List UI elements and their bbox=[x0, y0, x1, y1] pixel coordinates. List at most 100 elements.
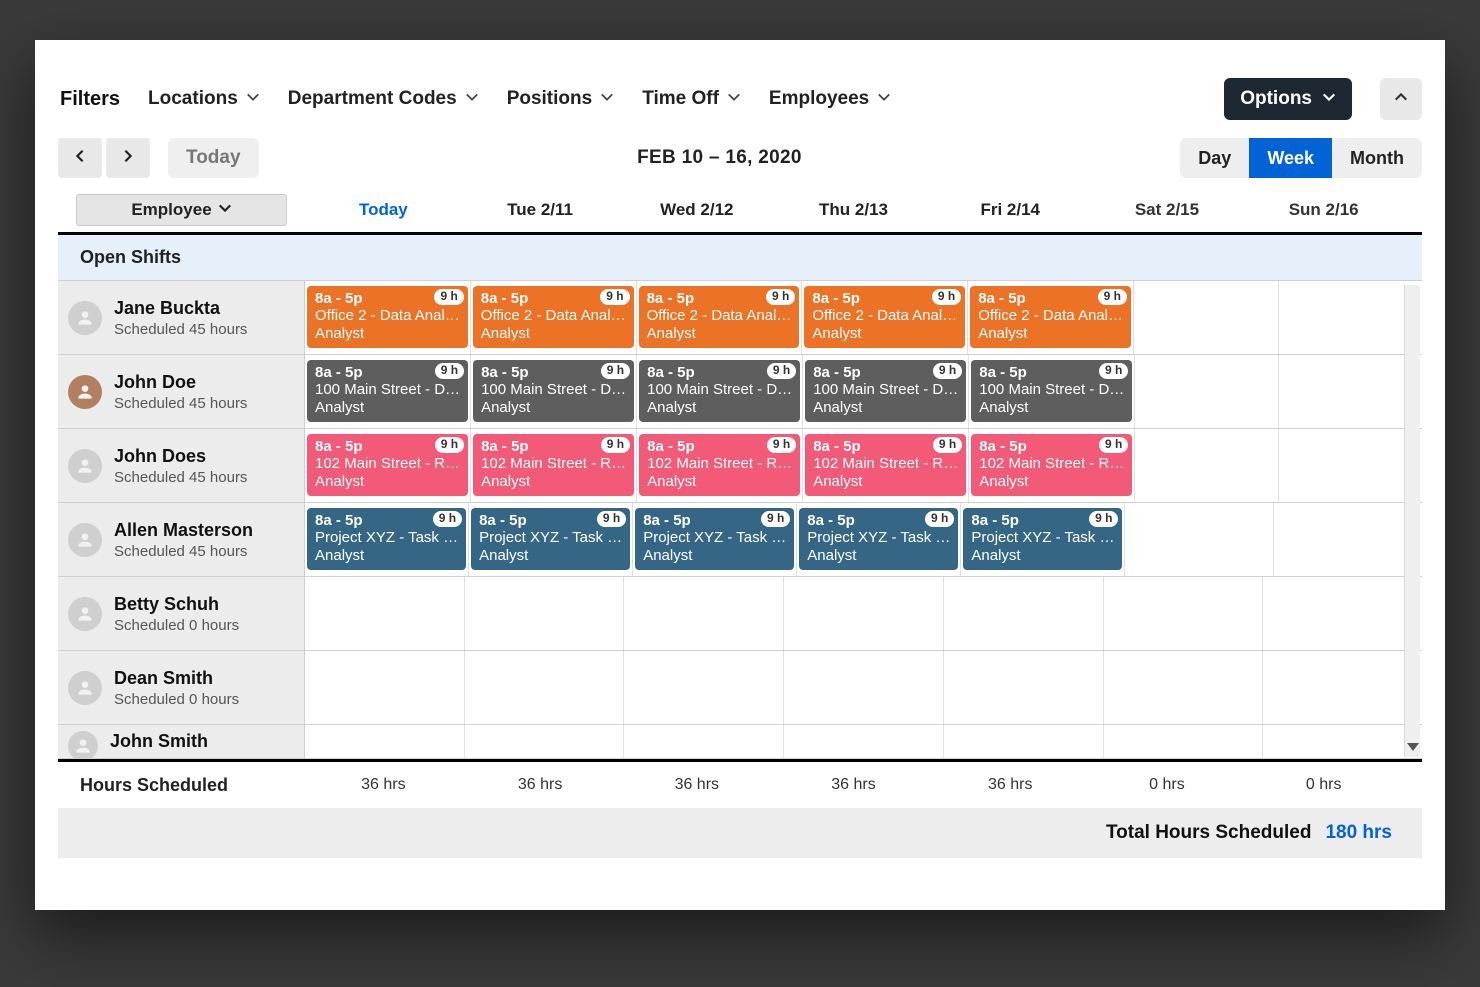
schedule-cell[interactable]: 8a - 5p102 Main Street - R…Analyst9 h bbox=[969, 429, 1135, 502]
shift-block[interactable]: 8a - 5pProject XYZ - Task …Analyst9 h bbox=[307, 508, 466, 570]
shift-block[interactable]: 8a - 5pOffice 2 - Data Anal…Analyst9 h bbox=[970, 286, 1131, 348]
schedule-cell[interactable] bbox=[1279, 429, 1422, 502]
shift-block[interactable]: 8a - 5p102 Main Street - R…Analyst9 h bbox=[639, 434, 800, 496]
schedule-cell[interactable] bbox=[1274, 503, 1422, 576]
day-header[interactable]: Wed 2/12 bbox=[618, 200, 775, 220]
schedule-cell[interactable] bbox=[1263, 577, 1422, 650]
schedule-cell[interactable] bbox=[1279, 281, 1423, 354]
shift-block[interactable]: 8a - 5pProject XYZ - Task …Analyst9 h bbox=[799, 508, 958, 570]
employee-row-header[interactable]: John DoeScheduled 45 hours bbox=[58, 355, 305, 428]
schedule-cell[interactable]: 8a - 5pProject XYZ - Task …Analyst9 h bbox=[633, 503, 797, 576]
day-header[interactable]: Sat 2/15 bbox=[1089, 200, 1246, 220]
shift-block[interactable]: 8a - 5pOffice 2 - Data Anal…Analyst9 h bbox=[804, 286, 965, 348]
schedule-cell[interactable]: 8a - 5pOffice 2 - Data Anal…Analyst9 h bbox=[305, 281, 471, 354]
shift-block[interactable]: 8a - 5p100 Main Street - D…Analyst9 h bbox=[473, 360, 634, 422]
schedule-cell[interactable] bbox=[944, 577, 1104, 650]
schedule-cell[interactable]: 8a - 5p102 Main Street - R…Analyst9 h bbox=[637, 429, 803, 502]
schedule-cell[interactable] bbox=[1135, 355, 1279, 428]
day-header[interactable]: Fri 2/14 bbox=[932, 200, 1089, 220]
shift-block[interactable]: 8a - 5p102 Main Street - R…Analyst9 h bbox=[473, 434, 634, 496]
schedule-cell[interactable] bbox=[1104, 577, 1264, 650]
filter-department-codes[interactable]: Department Codes bbox=[288, 88, 479, 110]
shift-block[interactable]: 8a - 5p100 Main Street - D…Analyst9 h bbox=[307, 360, 468, 422]
schedule-cell[interactable] bbox=[305, 725, 465, 758]
schedule-cell[interactable]: 8a - 5pProject XYZ - Task …Analyst9 h bbox=[961, 503, 1125, 576]
options-button[interactable]: Options bbox=[1224, 78, 1352, 120]
period-month[interactable]: Month bbox=[1332, 138, 1422, 178]
filter-locations[interactable]: Locations bbox=[148, 88, 260, 110]
schedule-cell[interactable] bbox=[1263, 725, 1422, 758]
employee-row-header[interactable]: Jane BucktaScheduled 45 hours bbox=[58, 281, 305, 354]
prev-button[interactable] bbox=[58, 138, 102, 178]
employee-row-header[interactable]: Betty SchuhScheduled 0 hours bbox=[58, 577, 305, 650]
schedule-cell[interactable]: 8a - 5p102 Main Street - R…Analyst9 h bbox=[471, 429, 637, 502]
schedule-cell[interactable] bbox=[944, 725, 1104, 758]
employee-row-header[interactable]: Dean SmithScheduled 0 hours bbox=[58, 651, 305, 724]
schedule-cell[interactable]: 8a - 5pOffice 2 - Data Anal…Analyst9 h bbox=[637, 281, 803, 354]
employee-row-header[interactable]: John Smith bbox=[58, 725, 305, 758]
schedule-cell[interactable] bbox=[1125, 503, 1274, 576]
shift-block[interactable]: 8a - 5p100 Main Street - D…Analyst9 h bbox=[805, 360, 966, 422]
employee-row-header[interactable]: John DoesScheduled 45 hours bbox=[58, 429, 305, 502]
schedule-cell[interactable]: 8a - 5pProject XYZ - Task …Analyst9 h bbox=[305, 503, 469, 576]
schedule-cell[interactable]: 8a - 5p100 Main Street - D…Analyst9 h bbox=[637, 355, 803, 428]
collapse-button[interactable] bbox=[1380, 78, 1422, 120]
schedule-cell[interactable] bbox=[305, 651, 465, 724]
today-button[interactable]: Today bbox=[168, 138, 259, 178]
day-header[interactable]: Today bbox=[305, 200, 462, 220]
day-header[interactable]: Thu 2/13 bbox=[775, 200, 932, 220]
filter-positions[interactable]: Positions bbox=[507, 88, 615, 110]
scroll-down-icon[interactable] bbox=[1407, 743, 1419, 751]
schedule-cell[interactable]: 8a - 5p102 Main Street - R…Analyst9 h bbox=[803, 429, 969, 502]
schedule-cell[interactable] bbox=[1279, 355, 1422, 428]
period-week[interactable]: Week bbox=[1249, 138, 1332, 178]
day-header[interactable]: Tue 2/11 bbox=[462, 200, 619, 220]
schedule-cell[interactable] bbox=[624, 577, 784, 650]
schedule-cell[interactable] bbox=[784, 725, 944, 758]
schedule-cell[interactable]: 8a - 5pOffice 2 - Data Anal…Analyst9 h bbox=[802, 281, 968, 354]
shift-block[interactable]: 8a - 5pOffice 2 - Data Anal…Analyst9 h bbox=[639, 286, 800, 348]
schedule-cell[interactable] bbox=[624, 725, 784, 758]
shift-block[interactable]: 8a - 5pProject XYZ - Task …Analyst9 h bbox=[963, 508, 1122, 570]
schedule-cell[interactable]: 8a - 5p100 Main Street - D…Analyst9 h bbox=[305, 355, 471, 428]
schedule-cell[interactable] bbox=[624, 651, 784, 724]
schedule-cell[interactable] bbox=[465, 577, 625, 650]
shift-block[interactable]: 8a - 5p100 Main Street - D…Analyst9 h bbox=[971, 360, 1132, 422]
schedule-cell[interactable] bbox=[784, 577, 944, 650]
schedule-cell[interactable] bbox=[1135, 429, 1279, 502]
schedule-cell[interactable]: 8a - 5pProject XYZ - Task …Analyst9 h bbox=[797, 503, 961, 576]
shift-block[interactable]: 8a - 5pProject XYZ - Task …Analyst9 h bbox=[635, 508, 794, 570]
shift-block[interactable]: 8a - 5pProject XYZ - Task …Analyst9 h bbox=[471, 508, 630, 570]
filter-time-off[interactable]: Time Off bbox=[642, 88, 741, 110]
schedule-cell[interactable] bbox=[1104, 725, 1264, 758]
employee-row-header[interactable]: Allen MastersonScheduled 45 hours bbox=[58, 503, 305, 576]
schedule-cell[interactable]: 8a - 5pOffice 2 - Data Anal…Analyst9 h bbox=[968, 281, 1134, 354]
schedule-cell[interactable]: 8a - 5p100 Main Street - D…Analyst9 h bbox=[969, 355, 1135, 428]
schedule-cell[interactable] bbox=[465, 651, 625, 724]
schedule-cell[interactable] bbox=[944, 651, 1104, 724]
schedule-cell[interactable] bbox=[465, 725, 625, 758]
schedule-cell[interactable] bbox=[1263, 651, 1422, 724]
employee-column-header[interactable]: Employee bbox=[76, 194, 287, 226]
shift-block[interactable]: 8a - 5p102 Main Street - R…Analyst9 h bbox=[805, 434, 966, 496]
shift-block[interactable]: 8a - 5pOffice 2 - Data Anal…Analyst9 h bbox=[473, 286, 634, 348]
schedule-cell[interactable]: 8a - 5p100 Main Street - D…Analyst9 h bbox=[803, 355, 969, 428]
shift-block[interactable]: 8a - 5p100 Main Street - D…Analyst9 h bbox=[639, 360, 800, 422]
schedule-cell[interactable] bbox=[784, 651, 944, 724]
schedule-cell[interactable] bbox=[305, 577, 465, 650]
schedule-cell[interactable]: 8a - 5pOffice 2 - Data Anal…Analyst9 h bbox=[471, 281, 637, 354]
filter-employees[interactable]: Employees bbox=[769, 88, 891, 110]
next-button[interactable] bbox=[106, 138, 150, 178]
schedule-cell[interactable] bbox=[1134, 281, 1279, 354]
shift-block[interactable]: 8a - 5p102 Main Street - R…Analyst9 h bbox=[971, 434, 1132, 496]
schedule-cell[interactable]: 8a - 5pProject XYZ - Task …Analyst9 h bbox=[469, 503, 633, 576]
schedule-cell[interactable]: 8a - 5p102 Main Street - R…Analyst9 h bbox=[305, 429, 471, 502]
shift-block[interactable]: 8a - 5p102 Main Street - R…Analyst9 h bbox=[307, 434, 468, 496]
period-day[interactable]: Day bbox=[1180, 138, 1249, 178]
vertical-scrollbar[interactable] bbox=[1404, 285, 1420, 757]
schedule-cell[interactable] bbox=[1104, 651, 1264, 724]
schedule-cell[interactable]: 8a - 5p100 Main Street - D…Analyst9 h bbox=[471, 355, 637, 428]
day-header[interactable]: Sun 2/16 bbox=[1245, 200, 1402, 220]
shift-block[interactable]: 8a - 5pOffice 2 - Data Anal…Analyst9 h bbox=[307, 286, 468, 348]
open-shifts-row[interactable]: Open Shifts bbox=[58, 235, 1422, 281]
